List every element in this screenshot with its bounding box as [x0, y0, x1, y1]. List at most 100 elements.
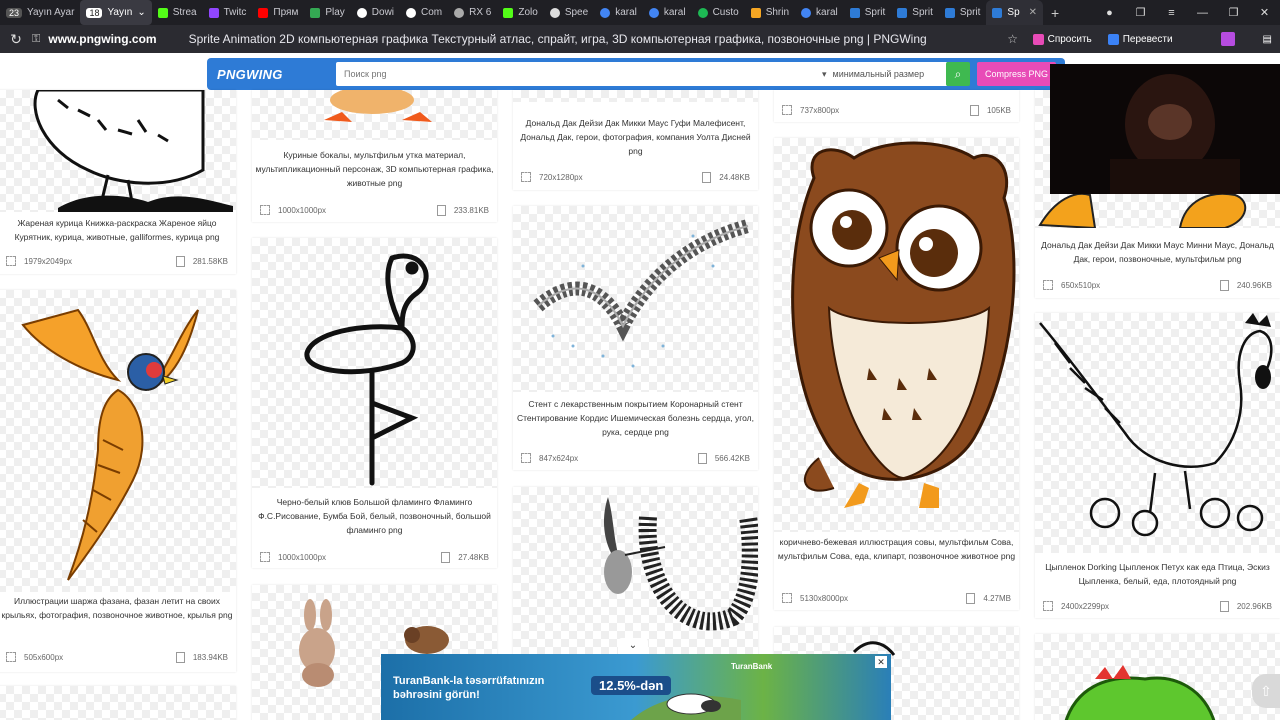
chevron-down-icon[interactable]: ⌄ [137, 7, 145, 18]
image-description[interactable]: Дональд Дак Дейзи Дак Микки Маус Гуфи Ма… [515, 116, 756, 158]
image-card[interactable]: коричнево-бежевая иллюстрация совы, муль… [774, 138, 1019, 610]
dimensions-icon [6, 256, 16, 266]
browser-tab[interactable]: RX 6 [448, 0, 497, 25]
lock-icon[interactable]: ⚿ [32, 33, 40, 46]
browser-tab[interactable]: Sprit [939, 0, 987, 25]
image-card[interactable]: 737x800px 105KB [774, 90, 1019, 122]
browser-tab[interactable]: Custo [692, 0, 745, 25]
image-thumbnail[interactable] [513, 487, 758, 657]
compress-png-button[interactable]: Compress PNG [977, 62, 1057, 86]
browser-tab[interactable]: karal [643, 0, 692, 25]
image-description[interactable]: коричнево-бежевая иллюстрация совы, муль… [776, 535, 1017, 563]
tab-label: Sp [1007, 7, 1020, 18]
ad-banner[interactable]: TuranBank-la təsərrüfatınızın bəhrəsini … [381, 654, 891, 720]
image-description[interactable]: Дональд Дак Дейзи Дак Микки Маус Минни М… [1037, 238, 1278, 266]
minimize-icon[interactable]: — [1187, 7, 1218, 19]
image-description[interactable]: Иллюстрации шаржа фазана, фазан летит на… [0, 594, 234, 622]
browser-tab[interactable]: Zolo [497, 0, 543, 25]
search-button[interactable]: ⌕ [946, 62, 970, 86]
dimensions-icon [1043, 601, 1053, 611]
ad-collapse-toggle[interactable]: ⌄ [618, 638, 648, 654]
translate-button[interactable]: Перевести [1100, 29, 1181, 49]
image-description[interactable]: Цыпленок Dorking Цыпленок Петух как еда … [1037, 560, 1278, 588]
file-size: 27.48KB [458, 552, 489, 562]
shrink-icon [750, 7, 761, 18]
image-thumbnail[interactable] [1035, 313, 1280, 553]
image-thumbnail[interactable] [252, 238, 497, 488]
browser-tab[interactable]: karal [795, 0, 844, 25]
translate-label: Перевести [1122, 33, 1173, 45]
image-card[interactable]: Дональд Дак Дейзи Дак Микки Маус Гуфи Ма… [513, 90, 758, 190]
image-thumbnail[interactable] [0, 290, 236, 592]
sidebar-toggle-icon[interactable]: ▤ [1255, 29, 1280, 49]
browser-tab[interactable]: 18 Yayın ⌄ [80, 0, 152, 25]
extension-icon[interactable] [1181, 29, 1255, 49]
browser-tab[interactable]: Spee [544, 0, 594, 25]
file-size: 281.58KB [192, 256, 228, 266]
ask-ai-button[interactable]: Спросить [1025, 29, 1100, 49]
close-icon[interactable]: ✕ [1029, 7, 1037, 18]
menu-icon[interactable]: ≡ [1156, 7, 1187, 19]
image-card[interactable]: Стент с лекарственным покрытием Коронарн… [513, 206, 758, 470]
reload-icon[interactable]: ↻ [0, 31, 32, 48]
browser-tab[interactable]: 23 Yayın Ayar [0, 0, 80, 25]
image-card[interactable]: Цыпленок Dorking Цыпленок Петух как еда … [1035, 313, 1280, 618]
bookmark-icon[interactable]: ☆ [1001, 32, 1025, 46]
file-icon [702, 171, 712, 183]
file-size: 233.81KB [453, 205, 489, 215]
page-title[interactable]: Sprite Animation 2D компьютерная графика… [189, 32, 1001, 46]
image-dimensions: 2400x2299px [1061, 601, 1110, 611]
new-tab-button[interactable]: + [1043, 5, 1067, 21]
image-dimensions: 1000x1000px [278, 205, 327, 215]
image-meta: 737x800px 105KB [782, 103, 1011, 117]
browser-tab[interactable]: Sprit [844, 0, 892, 25]
kick-icon [157, 7, 168, 18]
maximize-icon[interactable]: ❐ [1218, 6, 1249, 19]
ad-close-button[interactable]: ✕ [875, 656, 887, 668]
image-card[interactable]: Иллюстрации шаржа фазана, фазан летит на… [0, 290, 236, 672]
browser-tab[interactable]: Shrin [745, 0, 795, 25]
tab-manager-icon[interactable]: ❐ [1125, 6, 1156, 19]
image-thumbnail[interactable] [513, 90, 758, 102]
image-thumbnail[interactable] [774, 138, 1019, 532]
image-card[interactable] [0, 686, 236, 720]
file-icon [1219, 279, 1229, 291]
browser-tab[interactable]: Strea [152, 0, 203, 25]
image-card[interactable]: Жареная курица Книжка-раскраска Жареное … [0, 90, 236, 274]
browser-tab[interactable]: Sprit [891, 0, 939, 25]
image-description[interactable]: Куриные бокалы, мультфильм утка материал… [254, 148, 495, 190]
browser-tab[interactable]: Прям [252, 0, 304, 25]
image-thumbnail[interactable] [0, 90, 236, 212]
image-dimensions: 505x600px [24, 652, 64, 662]
image-thumbnail[interactable] [1035, 634, 1280, 720]
file-icon [966, 592, 976, 604]
pngwing-logo[interactable]: PNGWING [207, 67, 335, 82]
image-description[interactable]: Стент с лекарственным покрытием Коронарн… [515, 397, 756, 439]
ad-rate[interactable]: 12.5%-dən [591, 676, 672, 695]
size-filter-select[interactable]: ▾ минимальный размер [818, 62, 948, 86]
image-description[interactable]: Черно-белый клюв Большой фламинго Фламин… [254, 495, 495, 537]
browser-tab[interactable]: Com [400, 0, 448, 25]
ad-headline[interactable]: TuranBank-la təsərrüfatınızın bəhrəsini … [393, 674, 573, 702]
scroll-to-top-button[interactable]: ⇧ [1252, 674, 1280, 708]
browser-tab[interactable]: Dowi [351, 0, 400, 25]
browser-tab[interactable]: Play [304, 0, 350, 25]
url-domain[interactable]: www.pngwing.com [48, 32, 156, 46]
image-description[interactable]: Жареная курица Книжка-раскраска Жареное … [0, 216, 234, 244]
close-window-icon[interactable]: ✕ [1249, 6, 1280, 19]
profile-icon[interactable]: ● [1094, 7, 1125, 19]
image-meta: 505x600px 183.94KB [6, 650, 228, 664]
pngwing-icon [849, 7, 860, 18]
image-thumbnail[interactable] [0, 686, 236, 720]
image-thumbnail[interactable] [513, 206, 758, 392]
browser-tab[interactable]: karal [594, 0, 643, 25]
image-card[interactable] [513, 487, 758, 657]
image-card[interactable]: Куриные бокалы, мультфильм утка материал… [252, 90, 497, 222]
image-card[interactable] [1035, 634, 1280, 720]
pngwing-icon [944, 7, 955, 18]
image-thumbnail[interactable] [252, 90, 497, 140]
browser-tab[interactable]: Twitc [203, 0, 253, 25]
dimensions-icon [782, 593, 792, 603]
browser-tab-active[interactable]: Sp ✕ [986, 0, 1044, 25]
image-card[interactable]: Черно-белый клюв Большой фламинго Фламин… [252, 238, 497, 568]
